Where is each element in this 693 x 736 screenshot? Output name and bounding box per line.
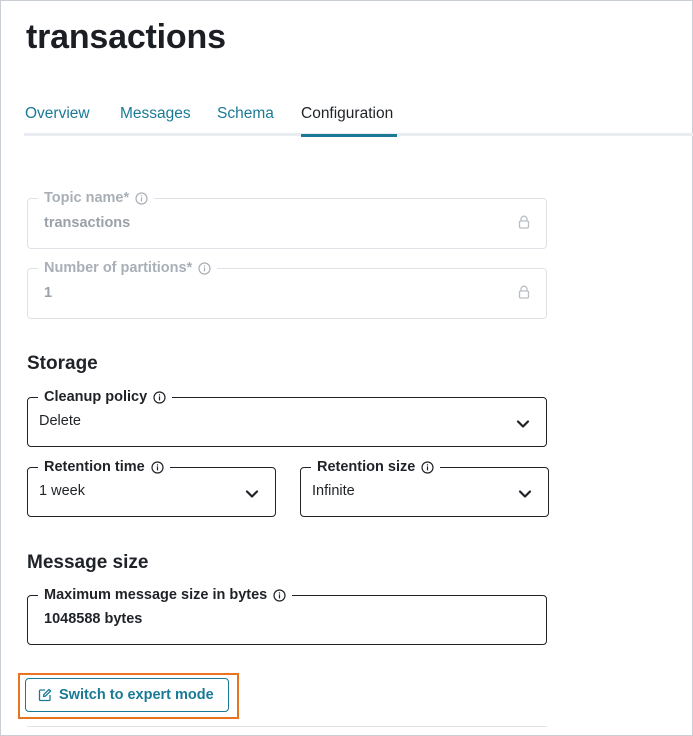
retention-time-select[interactable]: Retention time 1 week <box>27 457 276 517</box>
info-icon[interactable] <box>421 460 434 474</box>
tab-configuration-label: Configuration <box>301 105 394 122</box>
info-icon[interactable] <box>151 460 164 474</box>
retention-time-value: 1 week <box>39 483 85 499</box>
tab-overview[interactable]: Overview <box>25 105 90 123</box>
info-icon[interactable] <box>135 191 148 205</box>
cleanup-policy-legend: Cleanup policy <box>38 387 173 407</box>
lock-icon <box>518 215 530 229</box>
retention-time-label: Retention time <box>44 459 145 475</box>
tab-messages[interactable]: Messages <box>120 105 191 123</box>
max-message-size-label: Maximum message size in bytes <box>44 587 268 603</box>
active-tab-indicator <box>301 134 397 137</box>
chevron-down-icon[interactable] <box>245 486 259 498</box>
chevron-down-icon[interactable] <box>518 486 532 498</box>
info-icon[interactable] <box>273 588 286 602</box>
partitions-label: Number of partitions* <box>44 260 193 276</box>
cleanup-policy-value: Delete <box>39 413 81 429</box>
topic-name-label: Topic name* <box>44 190 130 206</box>
info-icon[interactable] <box>198 261 211 275</box>
retention-size-value: Infinite <box>312 483 355 499</box>
partitions-legend: Number of partitions* <box>38 258 218 278</box>
max-message-size-legend: Maximum message size in bytes <box>38 585 293 605</box>
cleanup-policy-label: Cleanup policy <box>44 389 148 405</box>
info-icon[interactable] <box>153 390 166 404</box>
topic-name-legend: Topic name* <box>38 188 155 208</box>
page-title: transactions <box>26 18 226 56</box>
tab-configuration[interactable]: Configuration <box>301 105 397 137</box>
retention-time-legend: Retention time <box>38 457 170 477</box>
tab-schema[interactable]: Schema <box>217 105 274 123</box>
max-message-size-input[interactable]: Maximum message size in bytes 1048588 by… <box>27 585 547 645</box>
edit-icon <box>38 688 52 702</box>
switch-to-expert-mode-label: Switch to expert mode <box>59 687 214 703</box>
max-message-size-value: 1048588 bytes <box>44 611 143 627</box>
retention-size-select[interactable]: Retention size Infinite <box>300 457 549 517</box>
switch-to-expert-mode-button[interactable]: Switch to expert mode <box>25 678 229 712</box>
retention-size-legend: Retention size <box>311 457 441 477</box>
message-size-section-title: Message size <box>27 552 149 573</box>
partitions-value: 1 <box>44 285 53 301</box>
topic-name-value: transactions <box>44 215 131 231</box>
chevron-down-icon[interactable] <box>516 416 530 428</box>
divider <box>27 726 547 727</box>
topic-name-field: Topic name* transactions <box>27 188 547 249</box>
tab-bar: Overview Messages Schema Configuration <box>0 100 693 137</box>
lock-icon <box>518 285 530 299</box>
retention-size-label: Retention size <box>317 459 416 475</box>
cleanup-policy-select[interactable]: Cleanup policy Delete <box>27 387 547 447</box>
storage-section-title: Storage <box>27 353 98 374</box>
partitions-field: Number of partitions* 1 <box>27 258 547 319</box>
